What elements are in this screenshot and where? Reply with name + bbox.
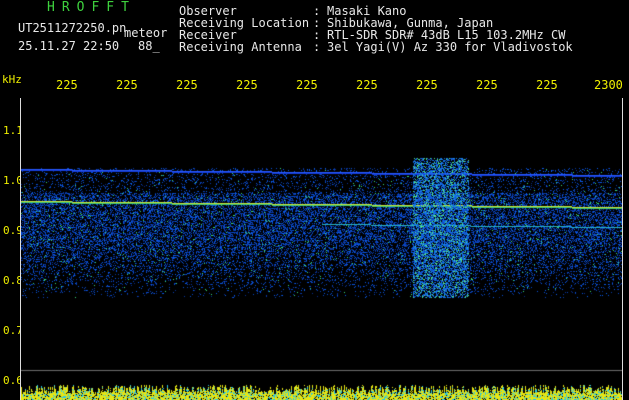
app-title: HROFFT: [47, 0, 136, 15]
x-tick: 225: [116, 78, 138, 92]
x-tick: 225: [476, 78, 498, 92]
antenna-label: Receiving Antenna: [179, 40, 302, 54]
timestamp: 25.11.27 22:50: [18, 39, 120, 53]
x-tick: 225: [416, 78, 438, 92]
spectrogram-canvas: [21, 98, 622, 400]
info-colon: :: [313, 40, 321, 54]
mode-label: meteor: [124, 26, 168, 40]
x-tick: 225: [536, 78, 558, 92]
x-tick: 225: [56, 78, 78, 92]
x-tick: 2300: [594, 78, 623, 92]
antenna-value: 3el Yagi(V) Az 330 for Vladivostok: [327, 40, 573, 54]
x-tick: 225: [176, 78, 198, 92]
level-value: 88_: [138, 39, 160, 53]
file-name: UT2511272250.pn: [18, 21, 127, 35]
x-tick: 225: [236, 78, 258, 92]
x-axis-ticks: 225 225 225 225 225 225 225 225 225 2300: [0, 78, 629, 98]
x-tick: 225: [356, 78, 378, 92]
x-tick: 225: [296, 78, 318, 92]
waterfall-plot: [20, 98, 623, 400]
